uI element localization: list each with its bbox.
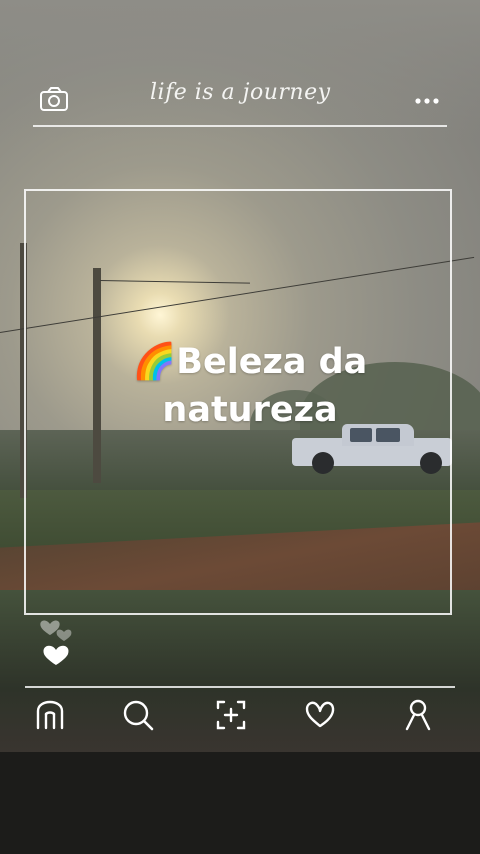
rainbow-emoji: 🌈 [132,342,177,382]
bottom-dark-area [0,752,480,854]
profile-icon[interactable] [401,698,435,732]
add-post-icon[interactable] [214,698,248,732]
home-icon[interactable] [33,698,67,732]
header-divider [33,125,447,127]
search-icon[interactable] [121,698,155,732]
heart-icon[interactable] [303,698,337,732]
caption-line-2: natureza [162,390,338,430]
post-caption: 🌈Beleza da natureza [100,338,400,434]
header-title: life is a journey [150,80,331,105]
nav-divider [25,686,455,688]
caption-line-1: 🌈Beleza da [132,342,368,382]
hearts-icon [38,610,82,670]
more-horizontal-icon[interactable] [412,94,444,108]
camera-icon[interactable] [38,86,72,114]
